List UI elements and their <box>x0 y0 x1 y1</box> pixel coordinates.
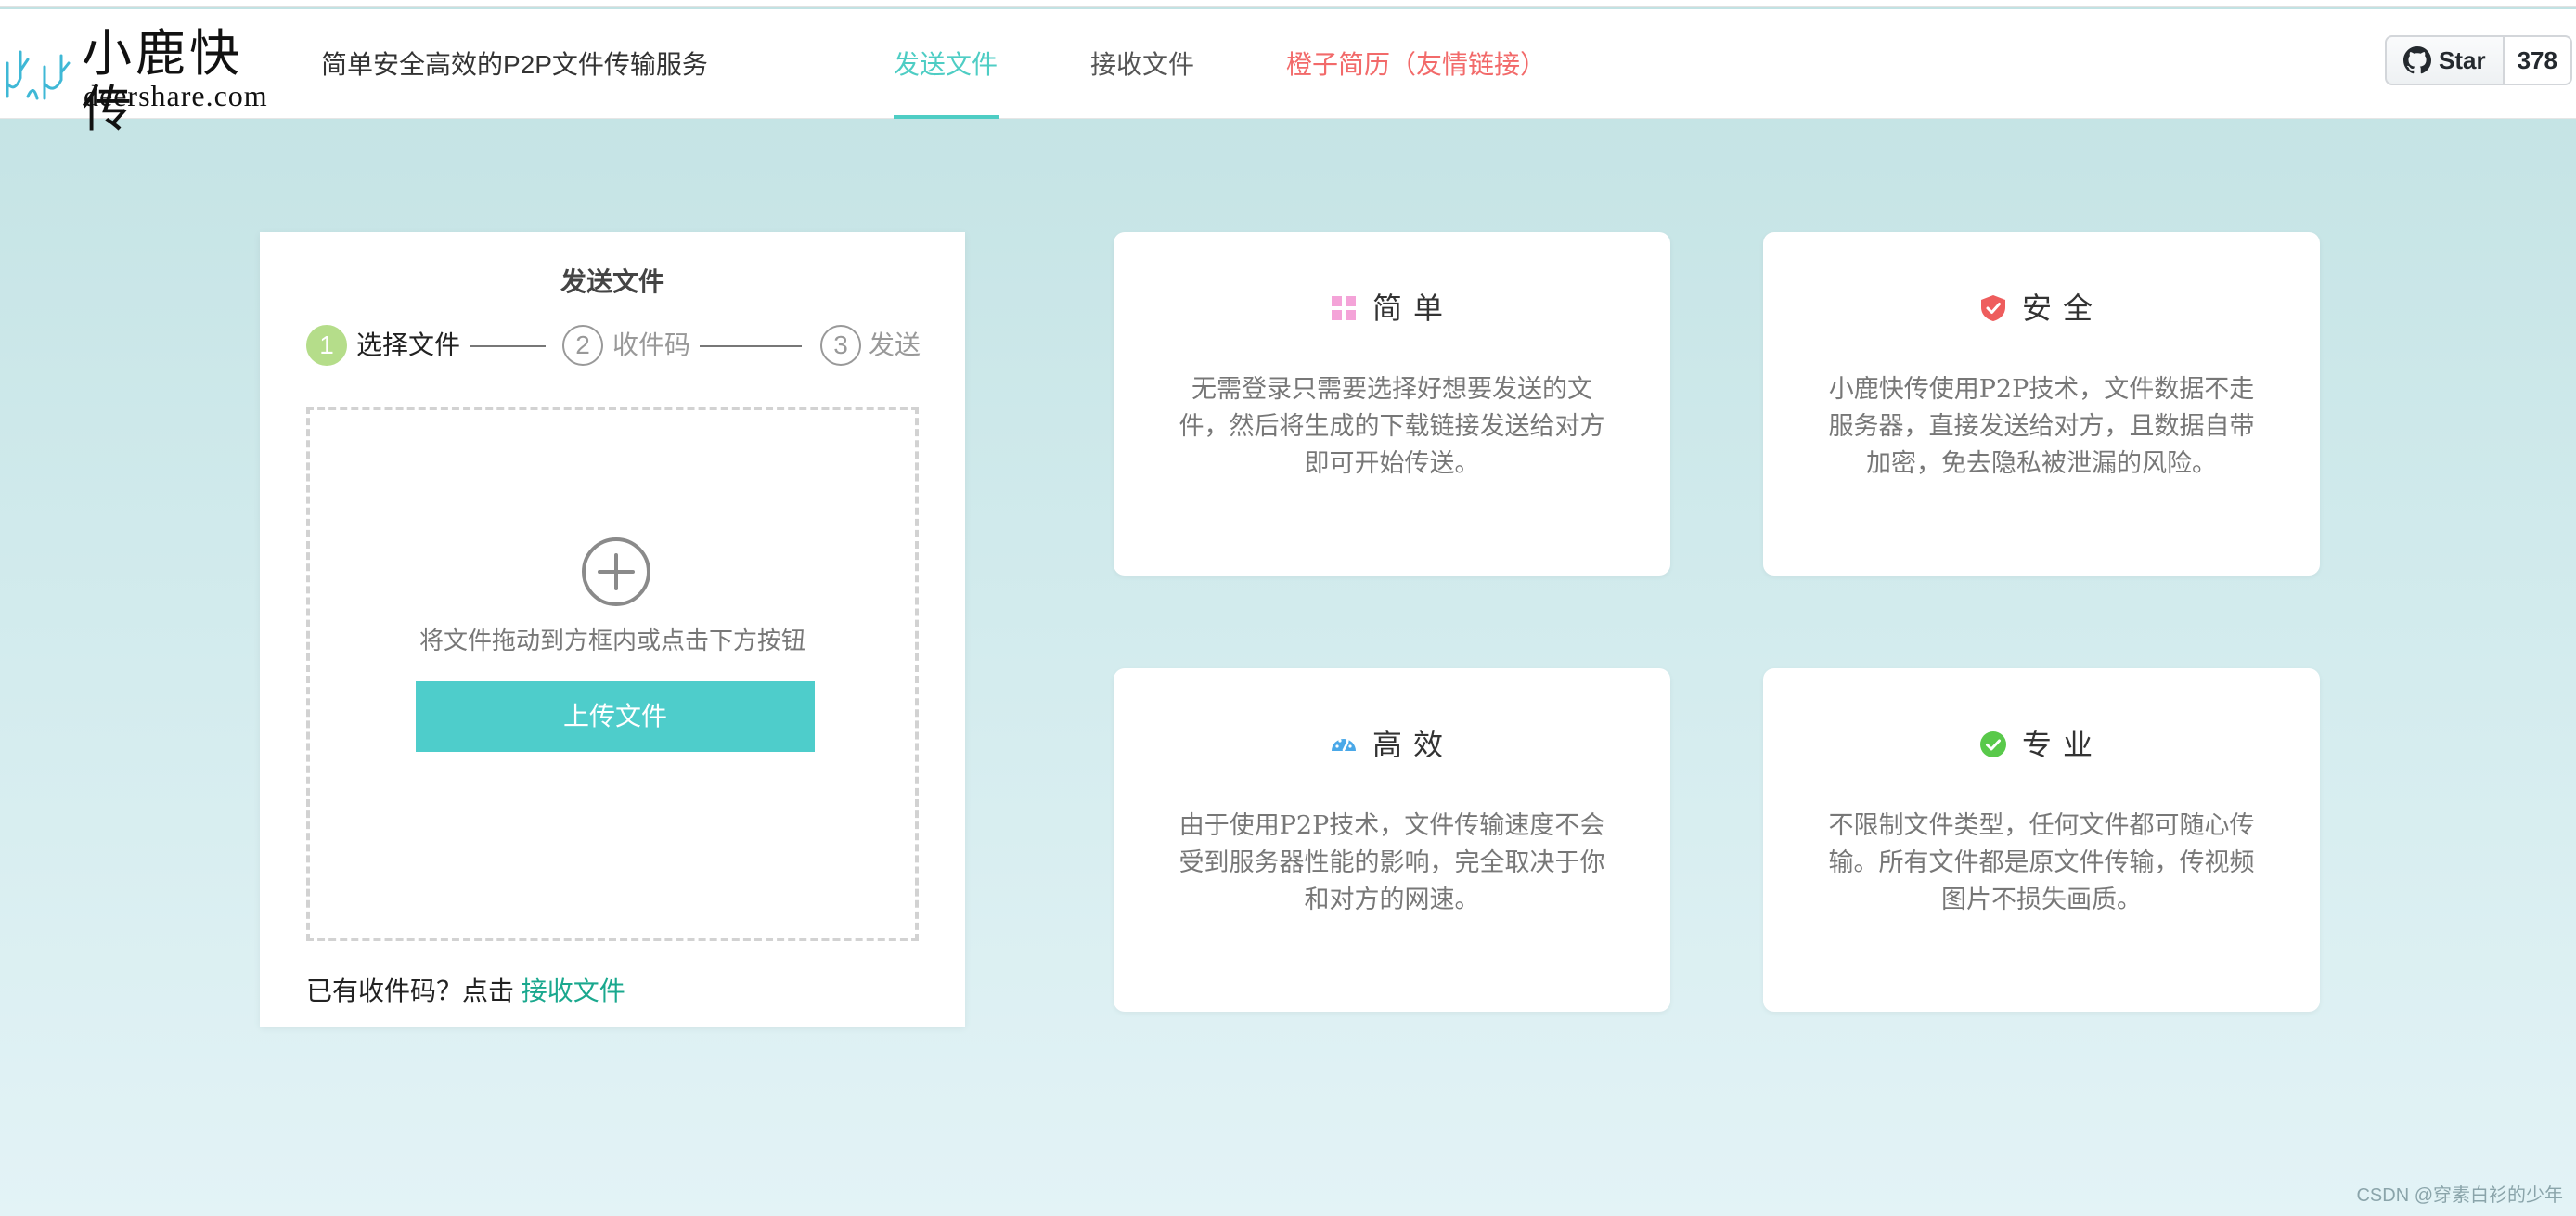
feature-card-header: 简单 <box>1114 288 1670 329</box>
nav-friend-link[interactable]: 橙子简历（友情链接） <box>1286 46 1546 84</box>
feature-title: 专业 <box>2021 728 2104 761</box>
github-star-widget: Star 378 <box>2385 35 2572 85</box>
have-code-text: 已有收件码？点击 <box>306 977 522 1005</box>
github-star-label: Star <box>2439 45 2486 74</box>
csdn-watermark: CSDN @穿素白衫的少年 <box>2356 1185 2563 1206</box>
feature-card-header: 专业 <box>1763 724 2320 765</box>
nav-send-files[interactable]: 发送文件 <box>894 46 998 84</box>
github-star-count[interactable]: 378 <box>2504 35 2572 85</box>
feature-title: 安全 <box>2021 291 2104 325</box>
feature-description: 不限制文件类型，任何文件都可随心传输。所有文件都是原文件传输，传视频图片不损失画… <box>1828 811 2255 914</box>
step-3-number: 3 <box>820 325 861 366</box>
github-star-button[interactable]: Star <box>2385 35 2505 85</box>
drop-hint-text: 将文件拖动到方框内或点击下方按钮 <box>419 627 805 654</box>
feature-card-simple: 简单 无需登录只需要选择好想要发送的文件，然后将生成的下载链接发送给对方即可开始… <box>1114 232 1670 576</box>
browser-top-edge <box>0 0 2576 7</box>
plus-circle-icon[interactable] <box>581 537 651 607</box>
step-3-label: 发送 <box>869 330 921 359</box>
feature-title: 简单 <box>1372 291 1454 325</box>
send-panel-title: 发送文件 <box>560 267 664 296</box>
shield-icon <box>1980 295 2005 321</box>
step-1-number: 1 <box>306 325 347 366</box>
step-2-label: 收件码 <box>612 330 691 359</box>
have-code-prompt: 已有收件码？点击 接收文件 <box>306 973 625 1010</box>
nav-receive-files[interactable]: 接收文件 <box>1090 46 1194 84</box>
feature-card-header: 安全 <box>1763 288 2320 329</box>
speedometer-icon <box>1331 739 1356 752</box>
feature-description: 无需登录只需要选择好想要发送的文件，然后将生成的下载链接发送给对方即可开始传送。 <box>1179 375 1605 478</box>
upload-file-button[interactable]: 上传文件 <box>416 681 815 752</box>
site-tagline: 简单安全高效的P2P文件传输服务 <box>321 50 708 79</box>
feature-card-secure: 安全 小鹿快传使用P2P技术，文件数据不走服务器，直接发送给对方，且数据自带加密… <box>1763 232 2320 576</box>
nav-active-indicator <box>894 115 999 119</box>
feature-title: 高效 <box>1372 728 1454 761</box>
step-connector <box>700 345 802 347</box>
deer-antler-logo-icon <box>6 50 71 100</box>
grid-icon <box>1331 296 1356 320</box>
feature-description: 由于使用P2P技术，文件传输速度不会受到服务器性能的影响，完全取决于你和对方的网… <box>1179 811 1605 914</box>
feature-card-professional: 专业 不限制文件类型，任何文件都可随心传输。所有文件都是原文件传输，传视频图片不… <box>1763 668 2320 1012</box>
step-2-number: 2 <box>562 325 603 366</box>
send-steps: 1 选择文件 2 收件码 3 发送 <box>306 323 937 368</box>
feature-card-header: 高效 <box>1114 724 1670 765</box>
feature-description: 小鹿快传使用P2P技术，文件数据不走服务器，直接发送给对方，且数据自带加密，免去… <box>1828 375 2255 478</box>
feature-card-efficient: 高效 由于使用P2P技术，文件传输速度不会受到服务器性能的影响，完全取决于你和对… <box>1114 668 1670 1012</box>
site-header: 小鹿快传 deershare.com 简单安全高效的P2P文件传输服务 发送文件… <box>0 9 2576 137</box>
receive-file-link[interactable]: 接收文件 <box>522 977 625 1005</box>
site-logo[interactable]: 小鹿快传 deershare.com <box>0 22 288 137</box>
step-1-label: 选择文件 <box>356 330 461 359</box>
step-connector <box>470 345 546 347</box>
logo-domain: deershare.com <box>84 79 268 112</box>
check-circle-icon <box>1979 731 2006 757</box>
file-drop-zone[interactable]: 将文件拖动到方框内或点击下方按钮 上传文件 <box>306 407 919 941</box>
github-icon <box>2403 46 2431 74</box>
send-file-panel: 发送文件 1 选择文件 2 收件码 3 发送 将文件拖动到方框内或点击下方按钮 … <box>260 232 965 1027</box>
